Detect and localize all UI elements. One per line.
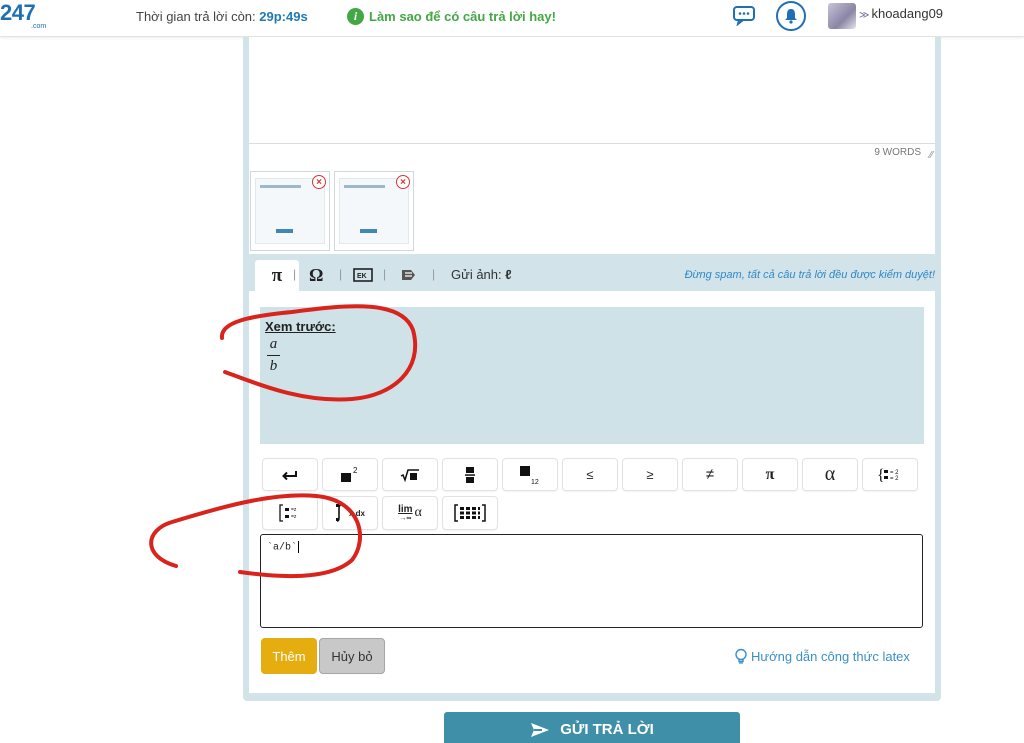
- system-equations-button[interactable]: {= 2 = 2: [862, 458, 918, 491]
- matrix-icon: [454, 504, 486, 522]
- brace-system-icon: {= 2= 2: [877, 467, 899, 483]
- text-caret: [298, 541, 300, 553]
- send-image-button[interactable]: Gửi ảnh: ℓ: [451, 267, 512, 282]
- word-count: 9 WORDS: [874, 147, 921, 158]
- fraction-button[interactable]: [442, 458, 498, 491]
- logo-suffix: .com: [31, 23, 47, 30]
- formula-preview: Xem trước: a b: [260, 307, 924, 444]
- toolbar-separator: |: [432, 267, 436, 281]
- user-menu[interactable]: ≫ khoadang09: [859, 6, 943, 21]
- add-formula-button[interactable]: Thêm: [261, 638, 317, 674]
- integral-button[interactable]: x dx: [322, 496, 378, 530]
- cancel-button[interactable]: Hủy bỏ: [319, 638, 385, 674]
- draw-icon[interactable]: [401, 267, 417, 283]
- editor-toolbar: π | Ω | EK | | Gửi ảnh: ℓ Đừng spam, tất…: [255, 260, 935, 291]
- preview-title: Xem trước:: [265, 319, 336, 334]
- antispam-notice: Đừng spam, tất cả câu trả lời đều được k…: [684, 269, 935, 281]
- preview-fraction: a b: [267, 336, 280, 375]
- svg-text:= 2: = 2: [890, 476, 899, 482]
- limit-button[interactable]: lim →∞ α: [382, 496, 438, 530]
- latex-guide-link[interactable]: Hướng dẫn công thức latex: [733, 648, 910, 664]
- leq-button[interactable]: ≤: [562, 458, 618, 491]
- howto-link[interactable]: i Làm sao để có câu trả lời hay!: [347, 8, 556, 25]
- limit-icon: lim →∞: [398, 504, 412, 522]
- superscript-icon: 2: [341, 466, 358, 482]
- sqrt-button[interactable]: [382, 458, 438, 491]
- subscript-button[interactable]: 12: [502, 458, 558, 491]
- pi-button[interactable]: π: [742, 458, 798, 491]
- toolbar-separator: |: [293, 267, 297, 281]
- submit-answer-label: GỬI TRẢ LỜI: [560, 721, 654, 738]
- integral-icon: [335, 504, 342, 522]
- svg-text:=z: =z: [291, 514, 297, 520]
- superscript-button[interactable]: 2: [322, 458, 378, 491]
- site-logo[interactable]: 247 .com: [0, 0, 48, 30]
- enter-icon: [282, 470, 297, 480]
- svg-text:2: 2: [353, 466, 358, 475]
- remove-image-icon[interactable]: ×: [312, 175, 326, 189]
- special-characters-tab[interactable]: Ω: [309, 260, 323, 290]
- alpha-button[interactable]: α: [802, 458, 858, 491]
- howto-label: Làm sao để có câu trả lời hay!: [369, 9, 556, 24]
- answer-timer: Thời gian trả lời còn: 29p:49s: [136, 9, 308, 24]
- toolbar-separator: |: [383, 267, 387, 281]
- resize-handle-icon[interactable]: ⁄⁄: [930, 150, 933, 161]
- fraction-numerator: a: [269, 336, 278, 352]
- keyboard-icon[interactable]: EK: [353, 268, 373, 282]
- send-icon: [531, 723, 550, 737]
- chat-icon[interactable]: [732, 4, 756, 26]
- latex-input[interactable]: `a/b`: [260, 534, 923, 628]
- latex-input-value: `a/b`: [267, 542, 298, 554]
- matrix-button[interactable]: [442, 496, 498, 530]
- lim-subscript: →∞: [399, 515, 412, 522]
- fraction-icon: [465, 466, 475, 483]
- newline-button[interactable]: [262, 458, 318, 491]
- send-image-label: Gửi ảnh:: [451, 267, 502, 282]
- attached-image-thumbnail[interactable]: ×: [334, 171, 414, 251]
- editor-divider: [249, 143, 935, 144]
- matrix-bracket-button[interactable]: =z =z: [262, 496, 318, 530]
- notification-bell-icon[interactable]: [776, 1, 806, 31]
- neq-button[interactable]: ≠: [682, 458, 738, 491]
- toolbar-separator: |: [339, 267, 343, 281]
- username: khoadang09: [871, 6, 944, 21]
- lim-variable: α: [414, 505, 422, 520]
- lightbulb-icon: [735, 648, 747, 664]
- latex-guide-label: Hướng dẫn công thức latex: [751, 648, 910, 664]
- integral-label: x dx: [348, 508, 365, 518]
- subscript-icon: 12: [520, 465, 539, 485]
- attached-image-thumbnail[interactable]: ×: [250, 171, 330, 251]
- top-header: 247 .com Thời gian trả lời còn: 29p:49s …: [0, 0, 1024, 37]
- fraction-bar: [267, 355, 280, 356]
- geq-button[interactable]: ≥: [622, 458, 678, 491]
- timer-label: Thời gian trả lời còn:: [136, 9, 256, 24]
- sqrt-icon: [400, 468, 419, 482]
- svg-text:EK: EK: [357, 273, 367, 280]
- svg-text:{: {: [877, 467, 885, 483]
- paperclip-icon: ℓ: [505, 267, 512, 282]
- timer-value: 29p:49s: [259, 9, 308, 24]
- svg-text:=z: =z: [291, 507, 297, 513]
- user-avatar[interactable]: [828, 3, 856, 29]
- svg-text:12: 12: [531, 479, 539, 485]
- fraction-denominator: b: [269, 358, 278, 374]
- chevron-down-icon: ≫: [859, 10, 870, 21]
- bracket-system-icon: =z=z: [279, 504, 297, 522]
- lim-text: lim: [398, 504, 413, 515]
- submit-answer-button[interactable]: GỬI TRẢ LỜI: [444, 712, 740, 743]
- info-icon: i: [347, 8, 364, 25]
- remove-image-icon[interactable]: ×: [396, 175, 410, 189]
- logo-number: 247: [0, 0, 36, 25]
